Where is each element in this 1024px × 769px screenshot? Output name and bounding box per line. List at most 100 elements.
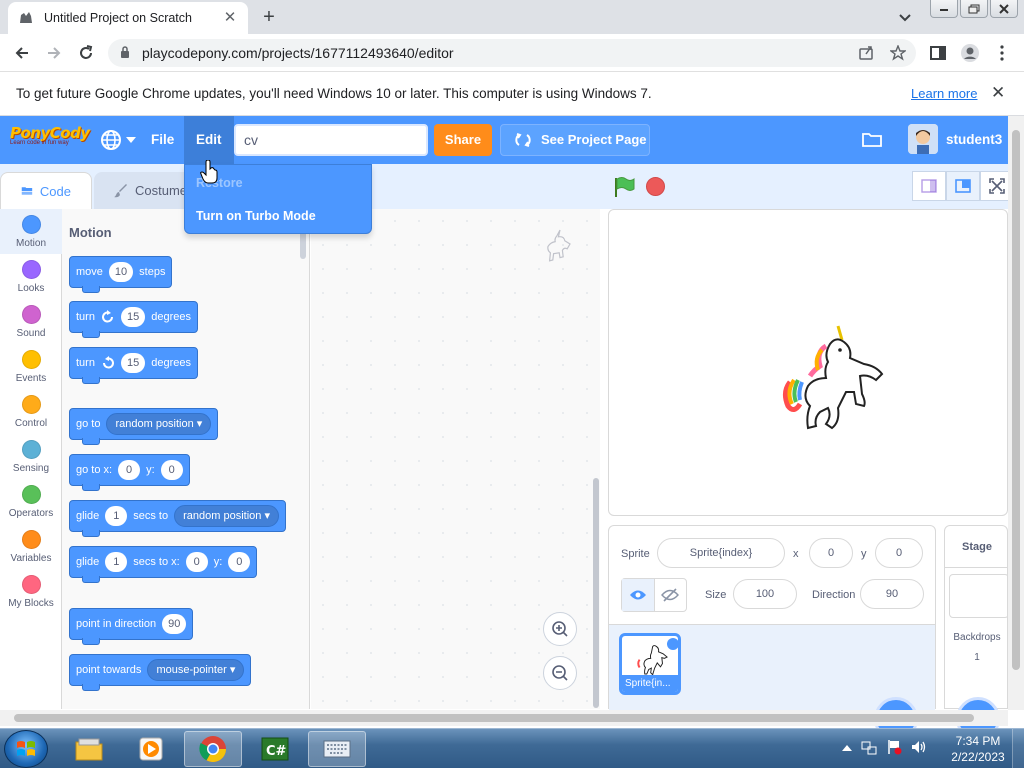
sprite-thumbnail[interactable]: Sprite{in... (619, 633, 681, 695)
tab-favicon-icon (20, 12, 32, 23)
share-button[interactable]: Share (434, 124, 492, 156)
page-vertical-scrollbar[interactable] (1008, 116, 1024, 710)
direction-input[interactable]: 90 (860, 579, 924, 609)
block-input[interactable]: 1 (105, 552, 128, 572)
action-center-flag-icon[interactable] (886, 739, 902, 755)
browser-tab[interactable]: Untitled Project on Scratch ✕ (8, 2, 248, 34)
minimize-button[interactable] (930, 0, 958, 18)
stop-button[interactable] (646, 177, 665, 196)
ponycody-logo[interactable]: PonyCody Learn code in fun way (10, 124, 90, 152)
lock-icon[interactable] (120, 46, 130, 59)
block-input[interactable]: 0 (160, 460, 183, 480)
block-go-to[interactable]: go to random position ▾ (69, 408, 219, 445)
close-window-button[interactable] (990, 0, 1018, 18)
category-control[interactable]: Control (0, 389, 62, 434)
new-tab-button[interactable]: + (258, 6, 280, 28)
block-input[interactable]: 0 (118, 460, 141, 480)
green-flag-icon[interactable] (613, 176, 635, 198)
menu-kebab-icon[interactable] (992, 43, 1012, 63)
stage-thumbnail[interactable] (949, 574, 1009, 618)
block-input[interactable]: 0 (185, 552, 208, 572)
zoom-out-button[interactable] (543, 656, 577, 690)
block-input[interactable]: 15 (120, 307, 146, 327)
block-input[interactable]: 10 (108, 262, 134, 282)
learn-more-link[interactable]: Learn more (911, 86, 977, 101)
show-desktop-button[interactable] (1012, 729, 1024, 769)
infobar-close-icon[interactable]: ✕ (991, 83, 1005, 103)
category-variables[interactable]: Variables (0, 524, 62, 569)
eye-icon (629, 590, 646, 600)
taskbar-media-player[interactable] (122, 731, 180, 767)
block-input[interactable]: 1 (105, 506, 128, 526)
block-move-steps[interactable]: move 10 steps (69, 256, 173, 293)
svg-text:C#: C# (266, 744, 287, 759)
restore-button[interactable] (960, 0, 988, 18)
taskbar-explorer[interactable] (60, 731, 118, 767)
account-menu[interactable]: student3 (908, 124, 1019, 154)
block-glide-to[interactable]: glide 1 secs to random position ▾ (69, 500, 286, 537)
category-motion[interactable]: Motion (0, 209, 62, 254)
block-dropdown[interactable]: random position ▾ (174, 505, 279, 527)
y-input[interactable]: 0 (875, 538, 923, 568)
block-dropdown[interactable]: random position ▾ (106, 413, 212, 435)
small-stage-button[interactable] (912, 171, 946, 201)
workspace-scrollbar[interactable] (593, 478, 599, 708)
normal-stage-button[interactable] (946, 171, 980, 201)
block-input[interactable]: 0 (228, 552, 251, 572)
start-button[interactable] (4, 730, 48, 768)
see-project-label: See Project Page (541, 132, 647, 147)
back-arrow-icon[interactable] (12, 43, 32, 63)
my-stuff-folder-icon[interactable] (862, 131, 882, 147)
side-panel-icon[interactable] (928, 43, 948, 63)
profile-icon[interactable] (960, 43, 980, 63)
network-icon[interactable] (861, 739, 877, 755)
reload-icon[interactable] (76, 43, 96, 63)
taskbar-onscreen-keyboard[interactable] (308, 731, 366, 767)
block-dropdown[interactable]: mouse-pointer ▾ (147, 659, 245, 681)
category-looks[interactable]: Looks (0, 254, 62, 299)
stage-target-pane[interactable]: Stage Backdrops 1 (944, 525, 1009, 709)
block-point-towards[interactable]: point towards mouse-pointer ▾ (69, 654, 252, 691)
address-bar[interactable]: playcodepony.com/projects/1677112493640/… (108, 39, 916, 67)
block-input[interactable]: 15 (120, 353, 146, 373)
block-turn-left[interactable]: turn 15 degrees (69, 347, 198, 384)
tab-search-chevron-icon[interactable] (896, 8, 914, 26)
file-menu[interactable]: File (139, 116, 186, 164)
category-sound[interactable]: Sound (0, 299, 62, 344)
category-my-blocks[interactable]: My Blocks (0, 569, 62, 614)
bookmark-star-icon[interactable] (890, 45, 906, 61)
size-input[interactable]: 100 (733, 579, 797, 609)
tray-expand-icon[interactable] (842, 743, 852, 751)
project-title-input[interactable]: cv (234, 124, 428, 156)
page-horizontal-scrollbar[interactable] (0, 710, 1008, 726)
delete-sprite-button[interactable] (667, 638, 678, 650)
taskbar-chrome[interactable] (184, 731, 242, 767)
forward-arrow-icon[interactable] (44, 43, 64, 63)
system-clock[interactable]: 7:34 PM 2/22/2023 (948, 733, 1008, 765)
x-input[interactable]: 0 (809, 538, 853, 568)
hide-sprite-button[interactable] (655, 579, 687, 611)
block-glide-xy[interactable]: glide 1 secs to x: 0 y: 0 (69, 546, 258, 583)
zoom-in-button[interactable] (543, 612, 577, 646)
tab-code[interactable]: Code (0, 172, 92, 209)
taskbar-csharp-editor[interactable]: C# (246, 731, 304, 767)
language-menu[interactable] (100, 129, 136, 151)
block-point-in-direction[interactable]: point in direction 90 (69, 608, 194, 645)
show-sprite-button[interactable] (622, 579, 655, 611)
category-events[interactable]: Events (0, 344, 62, 389)
block-turn-right[interactable]: turn 15 degrees (69, 301, 198, 338)
block-go-to-xy[interactable]: go to x: 0 y: 0 (69, 454, 190, 491)
sprite-name-input[interactable]: Sprite{index} (657, 538, 785, 568)
share-page-icon[interactable] (858, 45, 874, 61)
category-operators[interactable]: Operators (0, 479, 62, 524)
scroll-thumb[interactable] (14, 714, 974, 722)
category-sensing[interactable]: Sensing (0, 434, 62, 479)
block-input[interactable]: 90 (162, 614, 187, 634)
menu-item-turbo-mode[interactable]: Turn on Turbo Mode (196, 209, 316, 223)
unicorn-sprite[interactable] (780, 322, 888, 438)
tab-close-icon[interactable]: ✕ (222, 10, 238, 26)
scroll-thumb[interactable] (1012, 130, 1020, 670)
see-project-page-button[interactable]: See Project Page (500, 124, 650, 156)
edit-menu[interactable]: Edit (184, 116, 234, 164)
volume-icon[interactable] (911, 739, 927, 755)
